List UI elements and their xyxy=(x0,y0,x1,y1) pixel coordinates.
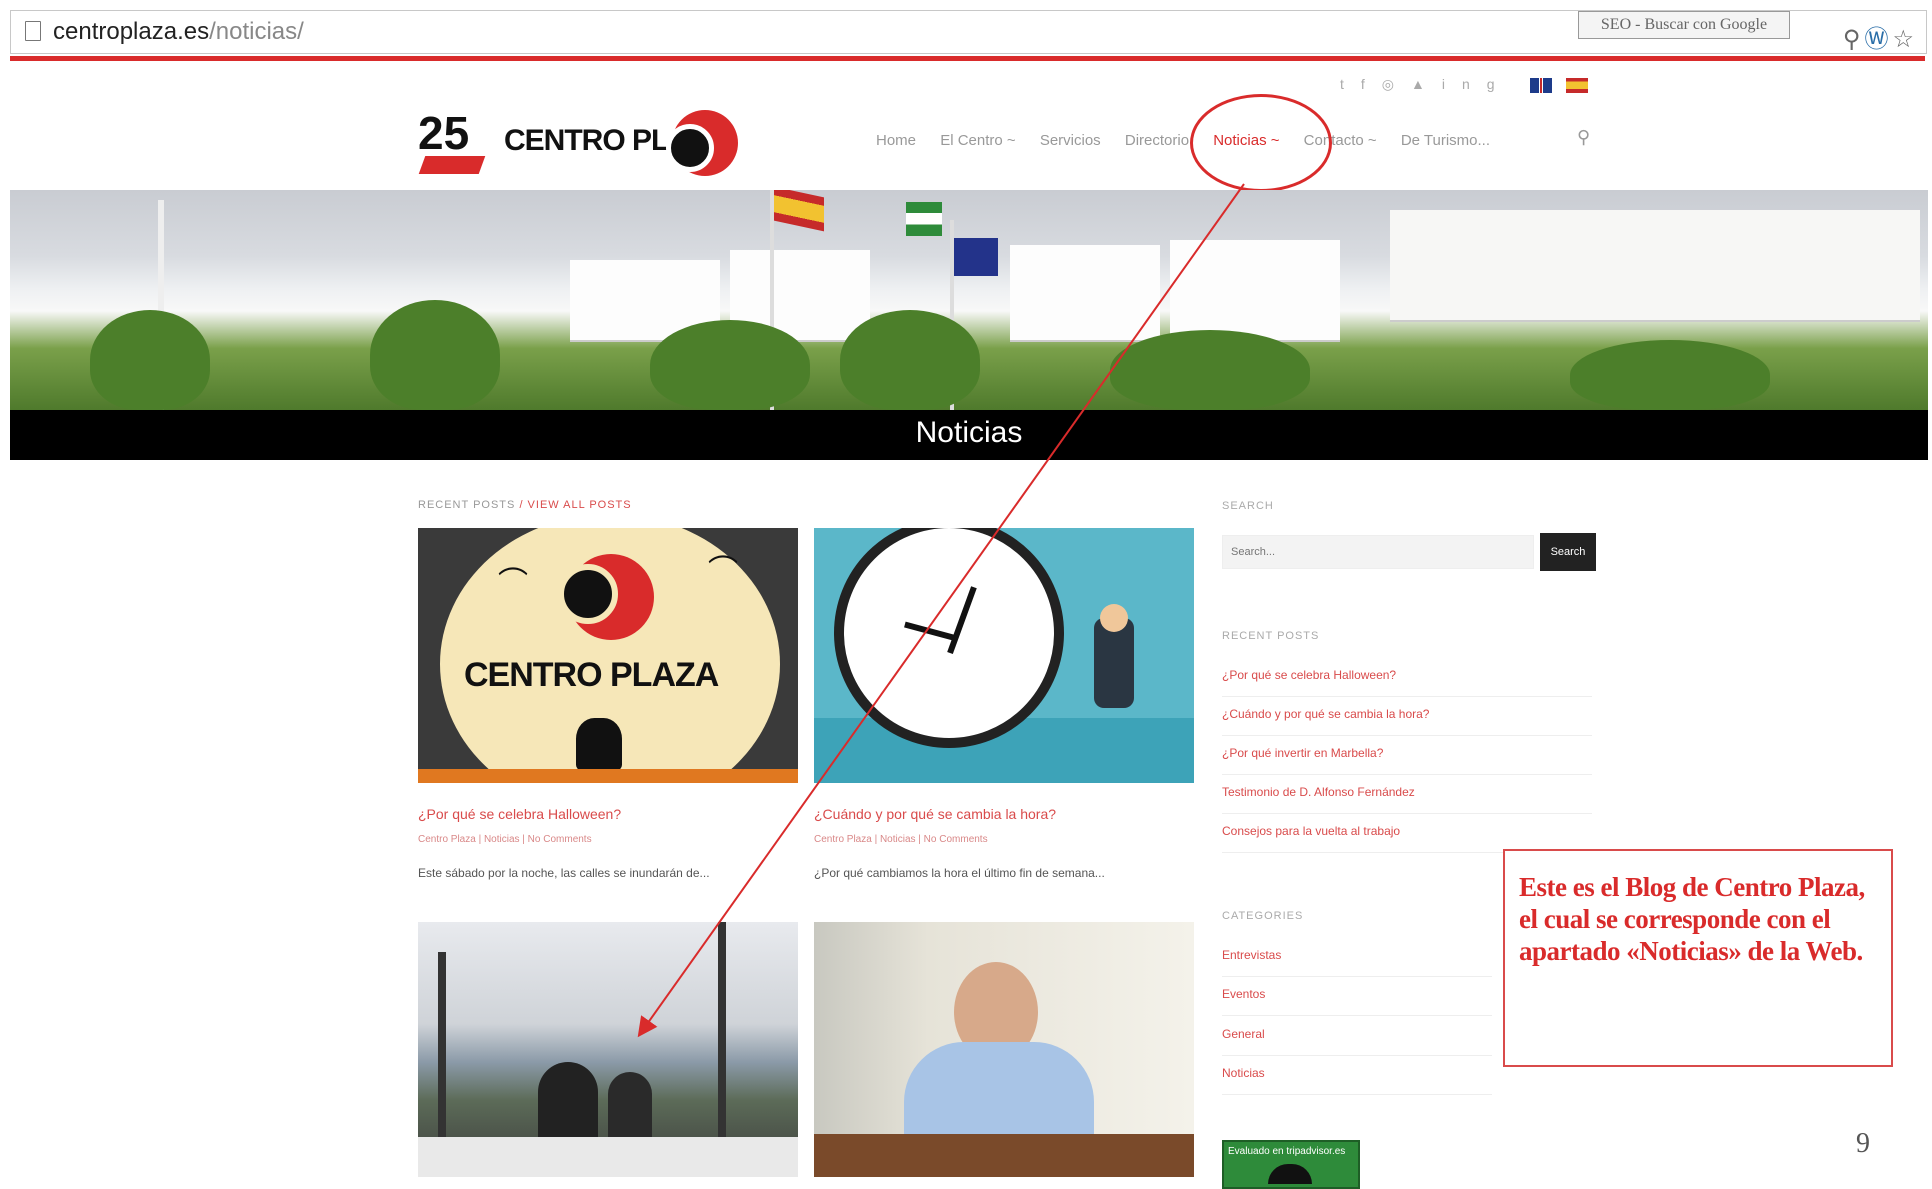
annotation-arrow xyxy=(637,183,1245,1038)
